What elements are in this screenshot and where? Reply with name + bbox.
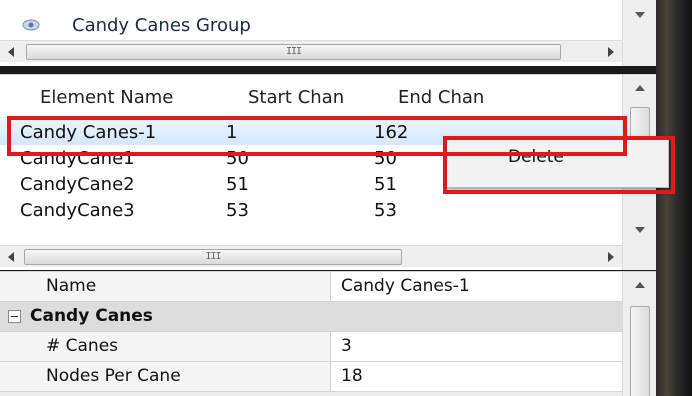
end-chan-cell: 53 <box>374 200 397 221</box>
scroll-left-button[interactable] <box>0 41 22 63</box>
property-value-field[interactable]: 18 <box>330 362 622 391</box>
group-vertical-scrollbar[interactable] <box>622 0 656 66</box>
column-header-end-chan[interactable]: End Chan <box>398 87 484 108</box>
scroll-left-button[interactable] <box>0 246 22 268</box>
group-horizontal-scrollbar[interactable]: III <box>0 40 622 62</box>
property-value-field[interactable]: Candy Canes-1 <box>330 272 622 301</box>
category-label: Candy Canes <box>30 306 153 326</box>
start-chan-cell: 53 <box>226 200 249 221</box>
scroll-down-button[interactable] <box>623 0 656 28</box>
property-row[interactable]: # Canes 3 <box>0 332 622 362</box>
group-panel: Candy Canes Group III <box>0 0 656 66</box>
start-chan-cell: 51 <box>226 174 249 195</box>
property-name-header: Name <box>46 276 97 296</box>
group-name-label[interactable]: Candy Canes Group <box>72 15 251 36</box>
property-value: 18 <box>341 366 363 386</box>
collapse-icon[interactable] <box>8 310 21 323</box>
element-name-cell: CandyCane2 <box>20 174 135 195</box>
scroll-down-button[interactable] <box>623 215 656 243</box>
category-row[interactable]: Candy Canes <box>0 302 622 332</box>
table-horizontal-scrollbar[interactable]: III <box>0 245 622 267</box>
delete-highlight <box>443 136 675 194</box>
property-value: Candy Canes-1 <box>341 276 470 296</box>
eye-icon[interactable] <box>22 19 40 31</box>
element-name-cell: CandyCane3 <box>20 200 135 221</box>
scroll-right-button[interactable] <box>600 41 622 63</box>
property-name: Nodes Per Cane <box>46 366 181 386</box>
property-name: # Canes <box>46 336 119 356</box>
property-value-field[interactable]: 3 <box>330 332 622 361</box>
column-header-start-chan[interactable]: Start Chan <box>248 87 344 108</box>
scroll-up-button[interactable] <box>623 272 656 300</box>
column-header-element-name[interactable]: Element Name <box>40 87 173 108</box>
end-chan-cell: 51 <box>374 174 397 195</box>
scroll-right-button[interactable] <box>600 246 622 268</box>
background-image-strip <box>656 0 692 396</box>
scroll-up-button[interactable] <box>623 75 656 103</box>
scroll-thumb[interactable] <box>630 306 650 396</box>
property-vertical-scrollbar[interactable] <box>622 272 656 396</box>
property-row[interactable]: Nodes Per Cane 18 <box>0 362 622 392</box>
property-row[interactable]: Name Candy Canes-1 <box>0 272 622 302</box>
scroll-thumb[interactable]: III <box>24 249 402 265</box>
property-grid: Name Candy Canes-1 Candy Canes # Canes 3… <box>0 271 656 396</box>
table-row[interactable]: CandyCane3 53 53 <box>0 198 622 223</box>
property-value: 3 <box>341 336 352 356</box>
scroll-thumb[interactable]: III <box>26 44 561 60</box>
